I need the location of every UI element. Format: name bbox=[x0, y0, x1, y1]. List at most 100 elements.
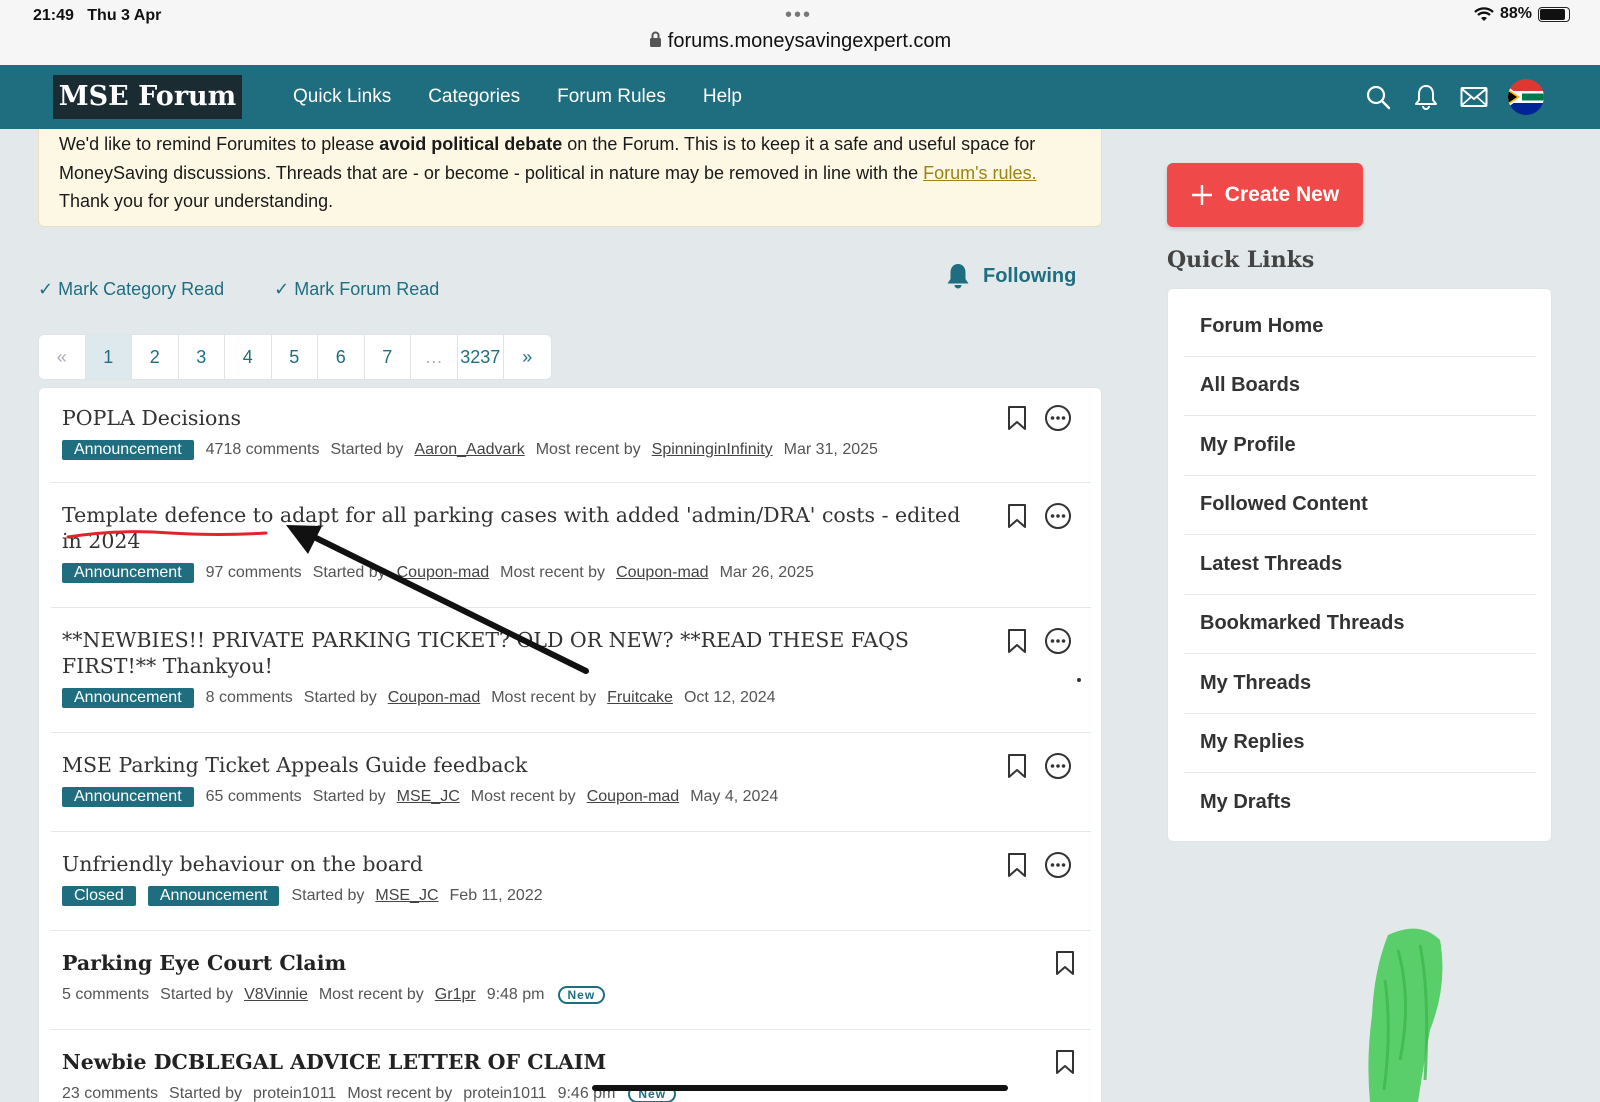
tab-menu-dots[interactable]: ••• bbox=[785, 4, 812, 27]
thread-date: Mar 26, 2025 bbox=[719, 564, 814, 581]
nav-forum-rules[interactable]: Forum Rules bbox=[557, 86, 666, 108]
recent-by-user[interactable]: protein1011 bbox=[463, 1085, 546, 1102]
ql-all-boards[interactable]: All Boards bbox=[1184, 357, 1536, 416]
pager-page-3[interactable]: 3 bbox=[179, 335, 225, 379]
mse-forum-logo[interactable]: MSE Forum bbox=[53, 75, 242, 119]
thread-row[interactable]: **NEWBIES!! PRIVATE PARKING TICKET? OLD … bbox=[51, 608, 1091, 733]
thread-title[interactable]: Newbie DCBLEGAL ADVICE LETTER OF CLAIM bbox=[62, 1049, 962, 1075]
ql-my-profile[interactable]: My Profile bbox=[1184, 416, 1536, 476]
pager-last-page[interactable]: 3237 bbox=[458, 335, 504, 379]
pager-page-5[interactable]: 5 bbox=[272, 335, 318, 379]
notifications-bell-icon[interactable] bbox=[1412, 80, 1440, 114]
thread-title[interactable]: Unfriendly behaviour on the board bbox=[62, 851, 962, 877]
comment-count: 5 comments bbox=[62, 986, 150, 1003]
thread-row[interactable]: Unfriendly behaviour on the board Closed… bbox=[51, 832, 1091, 931]
messages-envelope-icon[interactable] bbox=[1460, 80, 1488, 114]
recent-by-user[interactable]: Gr1pr bbox=[435, 986, 476, 1004]
announcement-tag: Announcement bbox=[62, 563, 194, 583]
pager-next[interactable]: » bbox=[504, 335, 551, 379]
thread-row[interactable]: POPLA Decisions Announcement 4718 commen… bbox=[51, 388, 1091, 483]
bookmark-icon[interactable] bbox=[1055, 950, 1075, 976]
started-by-user[interactable]: V8Vinnie bbox=[244, 986, 308, 1004]
search-icon[interactable] bbox=[1364, 80, 1392, 114]
ql-my-replies[interactable]: My Replies bbox=[1184, 714, 1536, 773]
more-options-icon[interactable] bbox=[1044, 502, 1072, 530]
more-options-icon[interactable] bbox=[1044, 404, 1072, 432]
bookmark-icon[interactable] bbox=[1007, 405, 1027, 431]
nav-quick-links[interactable]: Quick Links bbox=[293, 86, 391, 108]
battery-icon bbox=[1538, 6, 1570, 22]
ql-followed-content[interactable]: Followed Content bbox=[1184, 476, 1536, 535]
started-by-user[interactable]: MSE_JC bbox=[375, 887, 438, 905]
thread-title[interactable]: Parking Eye Court Claim bbox=[62, 950, 962, 976]
plus-icon bbox=[1191, 185, 1212, 205]
pager-page-6[interactable]: 6 bbox=[318, 335, 365, 379]
pager-prev[interactable]: « bbox=[39, 335, 86, 379]
create-new-button[interactable]: Create New bbox=[1167, 163, 1363, 227]
green-scribble-texture bbox=[1382, 944, 1429, 1091]
recent-by-user[interactable]: SpinninginInfinity bbox=[652, 441, 773, 459]
forum-rules-link[interactable]: Forum's rules. bbox=[923, 163, 1036, 183]
more-options-icon[interactable] bbox=[1044, 627, 1072, 655]
recent-by-user[interactable]: Coupon-mad bbox=[616, 564, 709, 582]
thread-list: POPLA Decisions Announcement 4718 commen… bbox=[38, 387, 1102, 1102]
comment-count: 23 comments bbox=[62, 1085, 159, 1102]
bookmark-icon[interactable] bbox=[1007, 503, 1027, 529]
status-time: 21:49 Thu 3 Apr bbox=[33, 7, 162, 24]
url-bar[interactable]: forums.moneysavingexpert.com bbox=[0, 30, 1600, 53]
started-by-user[interactable]: Coupon-mad bbox=[388, 689, 481, 707]
mark-category-read-button[interactable]: ✓ Mark Category Read bbox=[38, 279, 224, 300]
new-badge: New bbox=[557, 986, 606, 1004]
ql-latest-threads[interactable]: Latest Threads bbox=[1184, 535, 1536, 595]
thread-row[interactable]: Newbie DCBLEGAL ADVICE LETTER OF CLAIM 2… bbox=[51, 1030, 1091, 1102]
started-by-user[interactable]: Aaron_Aadvark bbox=[414, 441, 524, 459]
green-scribble-annotation bbox=[1368, 928, 1443, 1102]
more-options-icon[interactable] bbox=[1044, 851, 1072, 879]
status-right: 88% bbox=[1474, 5, 1570, 23]
thread-date: Mar 31, 2025 bbox=[783, 441, 878, 458]
announcement-tag: Announcement bbox=[62, 688, 194, 708]
thread-title[interactable]: Template defence to adapt for all parkin… bbox=[62, 502, 962, 554]
thread-row[interactable]: MSE Parking Ticket Appeals Guide feedbac… bbox=[51, 733, 1091, 832]
thread-title[interactable]: MSE Parking Ticket Appeals Guide feedbac… bbox=[62, 752, 962, 778]
comment-count: 8 comments bbox=[205, 689, 293, 706]
thread-title[interactable]: **NEWBIES!! PRIVATE PARKING TICKET? OLD … bbox=[62, 627, 962, 679]
thread-row[interactable]: Template defence to adapt for all parkin… bbox=[51, 483, 1091, 608]
ql-forum-home[interactable]: Forum Home bbox=[1184, 297, 1536, 357]
recent-by-user[interactable]: Fruitcake bbox=[607, 689, 673, 707]
mark-forum-read-button[interactable]: ✓ Mark Forum Read bbox=[274, 279, 439, 300]
ql-my-threads[interactable]: My Threads bbox=[1184, 654, 1536, 714]
thread-date: 9:48 pm bbox=[486, 986, 545, 1003]
nav-help[interactable]: Help bbox=[703, 86, 742, 108]
pager-page-2[interactable]: 2 bbox=[132, 335, 179, 379]
thread-date: May 4, 2024 bbox=[690, 788, 779, 805]
wifi-icon bbox=[1474, 6, 1494, 21]
announcement-tag: Announcement bbox=[62, 787, 194, 807]
announcement-tag: Announcement bbox=[62, 440, 194, 460]
started-by-user[interactable]: MSE_JC bbox=[397, 788, 460, 806]
pager-page-1[interactable]: 1 bbox=[85, 335, 132, 379]
bookmark-icon[interactable] bbox=[1007, 852, 1027, 878]
following-button[interactable]: Following bbox=[945, 262, 1076, 290]
more-options-icon[interactable] bbox=[1044, 752, 1072, 780]
pager-page-7[interactable]: 7 bbox=[365, 335, 411, 379]
pager-page-4[interactable]: 4 bbox=[225, 335, 272, 379]
started-by-user[interactable]: Coupon-mad bbox=[397, 564, 490, 582]
thread-row[interactable]: Parking Eye Court Claim 5 comments Start… bbox=[51, 931, 1091, 1030]
thread-title[interactable]: POPLA Decisions bbox=[62, 405, 962, 431]
ql-bookmarked-threads[interactable]: Bookmarked Threads bbox=[1184, 595, 1536, 654]
lock-icon bbox=[649, 31, 661, 47]
ql-my-drafts[interactable]: My Drafts bbox=[1184, 773, 1536, 833]
started-by-user[interactable]: protein1011 bbox=[253, 1085, 336, 1102]
bell-icon bbox=[947, 264, 969, 289]
bookmark-icon[interactable] bbox=[1007, 753, 1027, 779]
pagination: « 1 2 3 4 5 6 7 … 3237 » bbox=[38, 334, 552, 380]
bookmark-icon[interactable] bbox=[1055, 1049, 1075, 1075]
recent-by-user[interactable]: Coupon-mad bbox=[587, 788, 680, 806]
url-text: forums.moneysavingexpert.com bbox=[667, 30, 952, 52]
nav-categories[interactable]: Categories bbox=[428, 86, 520, 108]
comment-count: 97 comments bbox=[205, 564, 302, 581]
comment-count: 4718 comments bbox=[205, 441, 320, 458]
bookmark-icon[interactable] bbox=[1007, 628, 1027, 654]
user-avatar[interactable] bbox=[1508, 79, 1544, 115]
